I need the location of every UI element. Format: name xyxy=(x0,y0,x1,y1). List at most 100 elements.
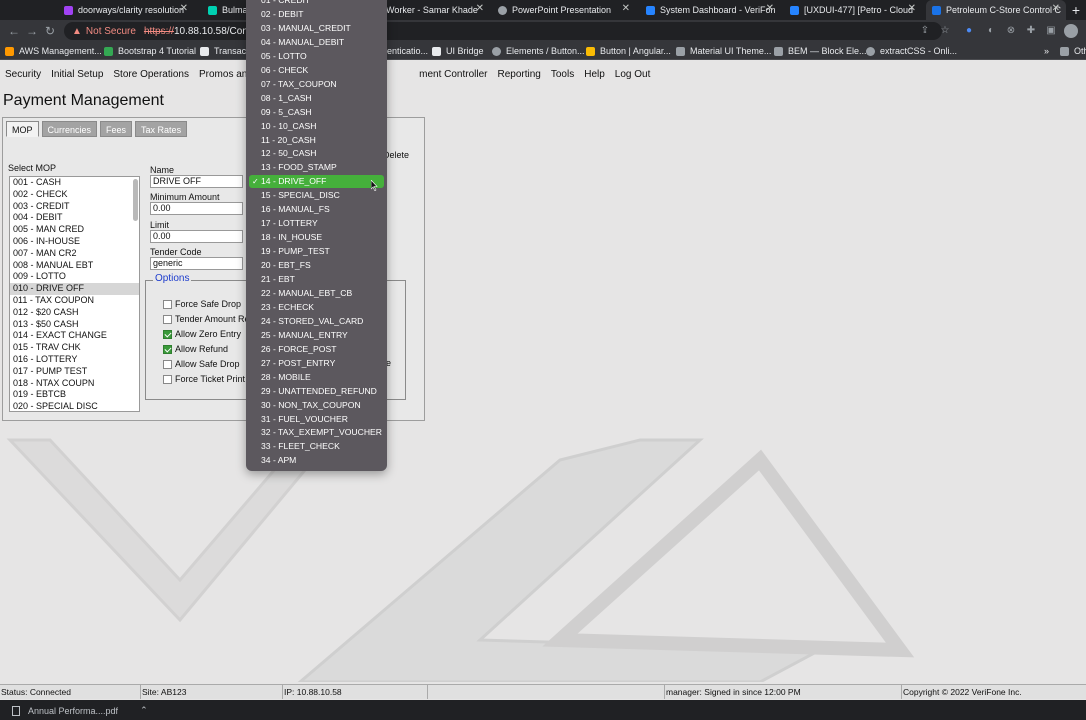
menu-help[interactable]: Help xyxy=(579,69,610,80)
dropdown-option[interactable]: 20 - EBT_FS xyxy=(249,259,384,272)
bookmark-item[interactable]: extractCSS - Onli... xyxy=(866,44,957,58)
checkbox[interactable] xyxy=(163,359,172,369)
dropdown-option[interactable]: 30 - NON_TAX_COUPON xyxy=(249,399,384,412)
dropdown-option[interactable]: 02 - DEBIT xyxy=(249,8,384,21)
download-item[interactable]: Annual Performa....pdf ⌃ xyxy=(12,705,148,716)
extension-icon[interactable]: ⊗ xyxy=(1004,24,1018,38)
browser-tab[interactable]: Bulma xyxy=(202,0,248,20)
browser-tab-active[interactable]: Petroleum C-Store Control C ✕ xyxy=(926,0,1066,20)
dropdown-option[interactable]: 19 - PUMP_TEST xyxy=(249,245,384,258)
dropdown-option[interactable]: 16 - MANUAL_FS xyxy=(249,203,384,216)
mop-list-item[interactable]: 017 - PUMP TEST xyxy=(10,366,139,378)
mop-list-item[interactable]: 005 - MAN CRED xyxy=(10,224,139,236)
checkbox[interactable] xyxy=(163,299,172,309)
close-icon[interactable]: ✕ xyxy=(908,3,916,14)
menu-reporting[interactable]: Reporting xyxy=(493,69,546,80)
chevron-up-icon[interactable]: ⌃ xyxy=(140,705,148,716)
bookmark-item[interactable]: Transact xyxy=(200,44,249,58)
dropdown-option[interactable]: 17 - LOTTERY xyxy=(249,217,384,230)
mop-list-item[interactable]: 019 - EBTCB xyxy=(10,389,139,401)
warning-triangle-icon[interactable]: ▲ xyxy=(72,26,82,37)
menu-log-out[interactable]: Log Out xyxy=(610,69,656,80)
mop-list-item[interactable]: 006 - IN-HOUSE xyxy=(10,236,139,248)
extension-icon[interactable]: ◐ xyxy=(984,24,998,38)
browser-tab[interactable]: System Dashboard - VeriFon ✕ xyxy=(640,0,780,20)
name-field[interactable]: DRIVE OFF xyxy=(150,175,243,188)
menu-payment-controller[interactable]: ment Controller xyxy=(414,69,492,80)
tab-mop[interactable]: MOP xyxy=(6,121,39,137)
dropdown-option[interactable]: 33 - FLEET_CHECK xyxy=(249,440,384,453)
menu-initial-setup[interactable]: Initial Setup xyxy=(46,69,108,80)
mop-list-item[interactable]: 001 - CASH xyxy=(10,177,139,189)
dropdown-option[interactable]: 26 - FORCE_POST xyxy=(249,343,384,356)
menu-tools[interactable]: Tools xyxy=(546,69,579,80)
bookmark-item[interactable]: Button | Angular... xyxy=(586,44,671,58)
bookmark-item[interactable]: Bootstrap 4 Tutorial xyxy=(104,44,196,58)
mop-list-item[interactable]: 014 - EXACT CHANGE xyxy=(10,330,139,342)
limit-field[interactable]: 0.00 xyxy=(150,230,243,243)
tab-tax-rates[interactable]: Tax Rates xyxy=(135,121,188,137)
dropdown-option[interactable]: 04 - MANUAL_DEBIT xyxy=(249,36,384,49)
mop-list-item[interactable]: 007 - MAN CR2 xyxy=(10,248,139,260)
mop-list-item[interactable]: 008 - MANUAL EBT xyxy=(10,260,139,272)
dropdown-option[interactable]: 03 - MANUAL_CREDIT xyxy=(249,22,384,35)
mop-list-item[interactable]: 003 - CREDIT xyxy=(10,201,139,213)
dropdown-option[interactable]: 05 - LOTTO xyxy=(249,50,384,63)
checkbox[interactable] xyxy=(163,314,172,324)
bookmark-item[interactable]: enticatio... xyxy=(387,44,428,58)
browser-tab[interactable]: Worker - Samar Khade ✕ xyxy=(386,0,490,20)
bookmark-item[interactable]: Material UI Theme... xyxy=(676,44,771,58)
option-force-safe-drop[interactable]: Force Safe Drop xyxy=(163,298,241,310)
option-force-ticket-print[interactable]: Force Ticket Print xyxy=(163,373,245,385)
mop-list-item[interactable]: 020 - SPECIAL DISC xyxy=(10,401,139,411)
address-bar[interactable]: ▲ Not Secure https:// 10.88.10.58/Con xyxy=(64,22,942,40)
profile-avatar-icon[interactable] xyxy=(1064,24,1078,38)
mop-list-item[interactable]: 004 - DEBIT xyxy=(10,212,139,224)
dropdown-option[interactable]: 11 - 20_CASH xyxy=(249,134,384,147)
dropdown-option[interactable]: 29 - UNATTENDED_REFUND xyxy=(249,385,384,398)
dropdown-option[interactable]: 10 - 10_CASH xyxy=(249,120,384,133)
dropdown-option[interactable]: 27 - POST_ENTRY xyxy=(249,357,384,370)
side-panel-icon[interactable]: ▣ xyxy=(1044,24,1058,38)
dropdown-option[interactable]: 23 - ECHECK xyxy=(249,301,384,314)
tab-fees[interactable]: Fees xyxy=(100,121,133,137)
scrollbar-thumb[interactable] xyxy=(133,179,138,221)
mop-list-item[interactable]: 018 - NTAX COUPN xyxy=(10,378,139,390)
back-arrow-icon[interactable]: ← xyxy=(8,23,20,39)
puzzle-icon[interactable]: ✚ xyxy=(1024,24,1038,38)
dropdown-option[interactable]: 32 - TAX_EXEMPT_VOUCHER xyxy=(249,426,384,439)
dropdown-option[interactable]: 34 - APM xyxy=(249,454,384,467)
dropdown-option[interactable]: 06 - CHECK xyxy=(249,64,384,77)
mop-list[interactable]: 001 - CASH 002 - CHECK 003 - CREDIT 004 - D… xyxy=(9,176,140,412)
mop-list-item[interactable]: 015 - TRAV CHK xyxy=(10,342,139,354)
menu-security[interactable]: Security xyxy=(0,69,46,80)
mop-list-item[interactable]: 010 - DRIVE OFF xyxy=(10,283,139,295)
dropdown-option[interactable]: 31 - FUEL_VOUCHER xyxy=(249,413,384,426)
not-secure-label[interactable]: Not Secure xyxy=(86,26,136,37)
tab-currencies[interactable]: Currencies xyxy=(41,121,98,137)
checkbox[interactable] xyxy=(163,344,172,354)
dropdown-option[interactable]: 28 - MOBILE xyxy=(249,371,384,384)
tender-code-field[interactable]: generic xyxy=(150,257,243,270)
dropdown-option[interactable]: 13 - FOOD_STAMP xyxy=(249,161,384,174)
bookmark-star-icon[interactable]: ☆ xyxy=(938,24,952,38)
extension-icon[interactable]: ● xyxy=(962,24,976,38)
option-tender-amount-req[interactable]: Tender Amount Req xyxy=(163,313,255,325)
dropdown-option[interactable]: 24 - STORED_VAL_CARD xyxy=(249,315,384,328)
close-icon[interactable]: ✕ xyxy=(180,3,188,14)
checkbox[interactable] xyxy=(163,329,172,339)
close-icon[interactable]: ✕ xyxy=(622,3,630,14)
checkbox[interactable] xyxy=(163,374,172,384)
browser-tab[interactable]: [UXDUI-477] [Petro - Cloud ✕ xyxy=(784,0,922,20)
dropdown-option[interactable]: 08 - 1_CASH xyxy=(249,92,384,105)
dropdown-option[interactable]: 01 - CREDIT xyxy=(249,0,384,7)
mop-list-item[interactable]: 012 - $20 CASH xyxy=(10,307,139,319)
bookmark-item[interactable]: BEM — Block Ele... xyxy=(774,44,867,58)
mop-list-item[interactable]: 011 - TAX COUPON xyxy=(10,295,139,307)
bookmark-item[interactable]: AWS Management... xyxy=(5,44,102,58)
mop-code-dropdown-menu[interactable]: 01 - CREDIT 02 - DEBIT 03 - MANUAL_CREDIT 0… xyxy=(246,0,387,471)
dropdown-option[interactable]: 21 - EBT xyxy=(249,273,384,286)
close-icon[interactable]: ✕ xyxy=(1052,3,1060,14)
dropdown-option[interactable]: 07 - TAX_COUPON xyxy=(249,78,384,91)
bookmarks-overflow-chevron-icon[interactable]: » xyxy=(1044,44,1049,58)
